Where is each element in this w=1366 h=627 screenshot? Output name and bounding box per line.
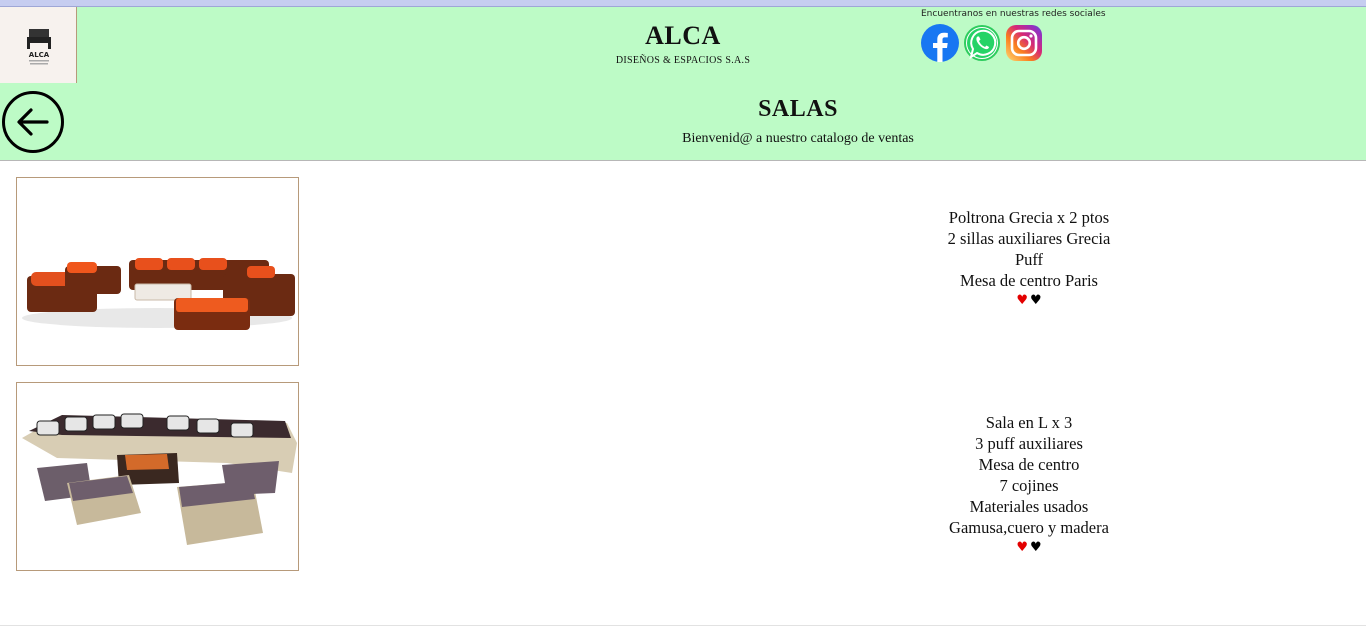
- rating-hearts: ♥ ♥: [889, 293, 1169, 308]
- heart-like-icon[interactable]: ♥: [1016, 540, 1028, 555]
- page-bottom-divider: [0, 625, 1366, 626]
- product-line: Poltrona Grecia x 2 ptos: [948, 208, 1110, 227]
- product-image[interactable]: [16, 382, 299, 571]
- product-line: Mesa de centro Paris: [960, 271, 1098, 290]
- heart-like-icon[interactable]: ♥: [1016, 293, 1028, 308]
- social-caption: Encuentranos en nuestras redes sociales: [921, 9, 1106, 19]
- rating-hearts: ♥ ♥: [889, 540, 1169, 555]
- sectional-sofa-image: [22, 413, 297, 545]
- brand-title: ALCA: [645, 21, 721, 50]
- site-header: ALCA ALCA DISEÑOS & ESPACIOS S.A.S Encue…: [0, 6, 1366, 85]
- heart-icon[interactable]: ♥: [1030, 293, 1042, 308]
- product-line: 2 sillas auxiliares Grecia: [947, 229, 1111, 248]
- section-title: SALAS: [758, 96, 838, 122]
- product-description: Poltrona Grecia x 2 ptos 2 sillas auxili…: [889, 207, 1169, 308]
- section-subtitle: Bienvenid@ a nuestro catalogo de ventas: [682, 131, 914, 146]
- product-line: 7 cojines: [999, 476, 1059, 495]
- instagram-icon[interactable]: [1005, 24, 1043, 62]
- section-header: SALAS Bienvenid@ a nuestro catalogo de v…: [0, 84, 1366, 161]
- product-item: Sala en L x 3 3 puff auxiliares Mesa de …: [16, 382, 1366, 571]
- product-line: 3 puff auxiliares: [975, 434, 1083, 453]
- whatsapp-icon[interactable]: [963, 24, 1001, 62]
- logo-chair-icon: ALCA: [27, 29, 51, 65]
- product-line: Mesa de centro: [978, 455, 1080, 474]
- arrow-left-icon[interactable]: [1, 90, 65, 154]
- product-description: Sala en L x 3 3 puff auxiliares Mesa de …: [889, 412, 1169, 555]
- sofa-set-image: [22, 258, 295, 330]
- logo-text: ALCA: [29, 51, 50, 59]
- heart-icon[interactable]: ♥: [1030, 540, 1042, 555]
- product-item: Poltrona Grecia x 2 ptos 2 sillas auxili…: [16, 177, 1366, 366]
- product-line: Puff: [1014, 250, 1044, 269]
- product-line: Materiales usados: [969, 497, 1089, 516]
- product-line: Sala en L x 3: [985, 413, 1073, 432]
- social-links: [921, 24, 1043, 62]
- facebook-icon[interactable]: [921, 24, 959, 62]
- logo[interactable]: ALCA: [0, 7, 77, 83]
- brand-subtitle: DISEÑOS & ESPACIOS S.A.S: [615, 55, 751, 66]
- product-image[interactable]: [16, 177, 299, 366]
- product-line: Gamusa,cuero y madera: [949, 518, 1109, 537]
